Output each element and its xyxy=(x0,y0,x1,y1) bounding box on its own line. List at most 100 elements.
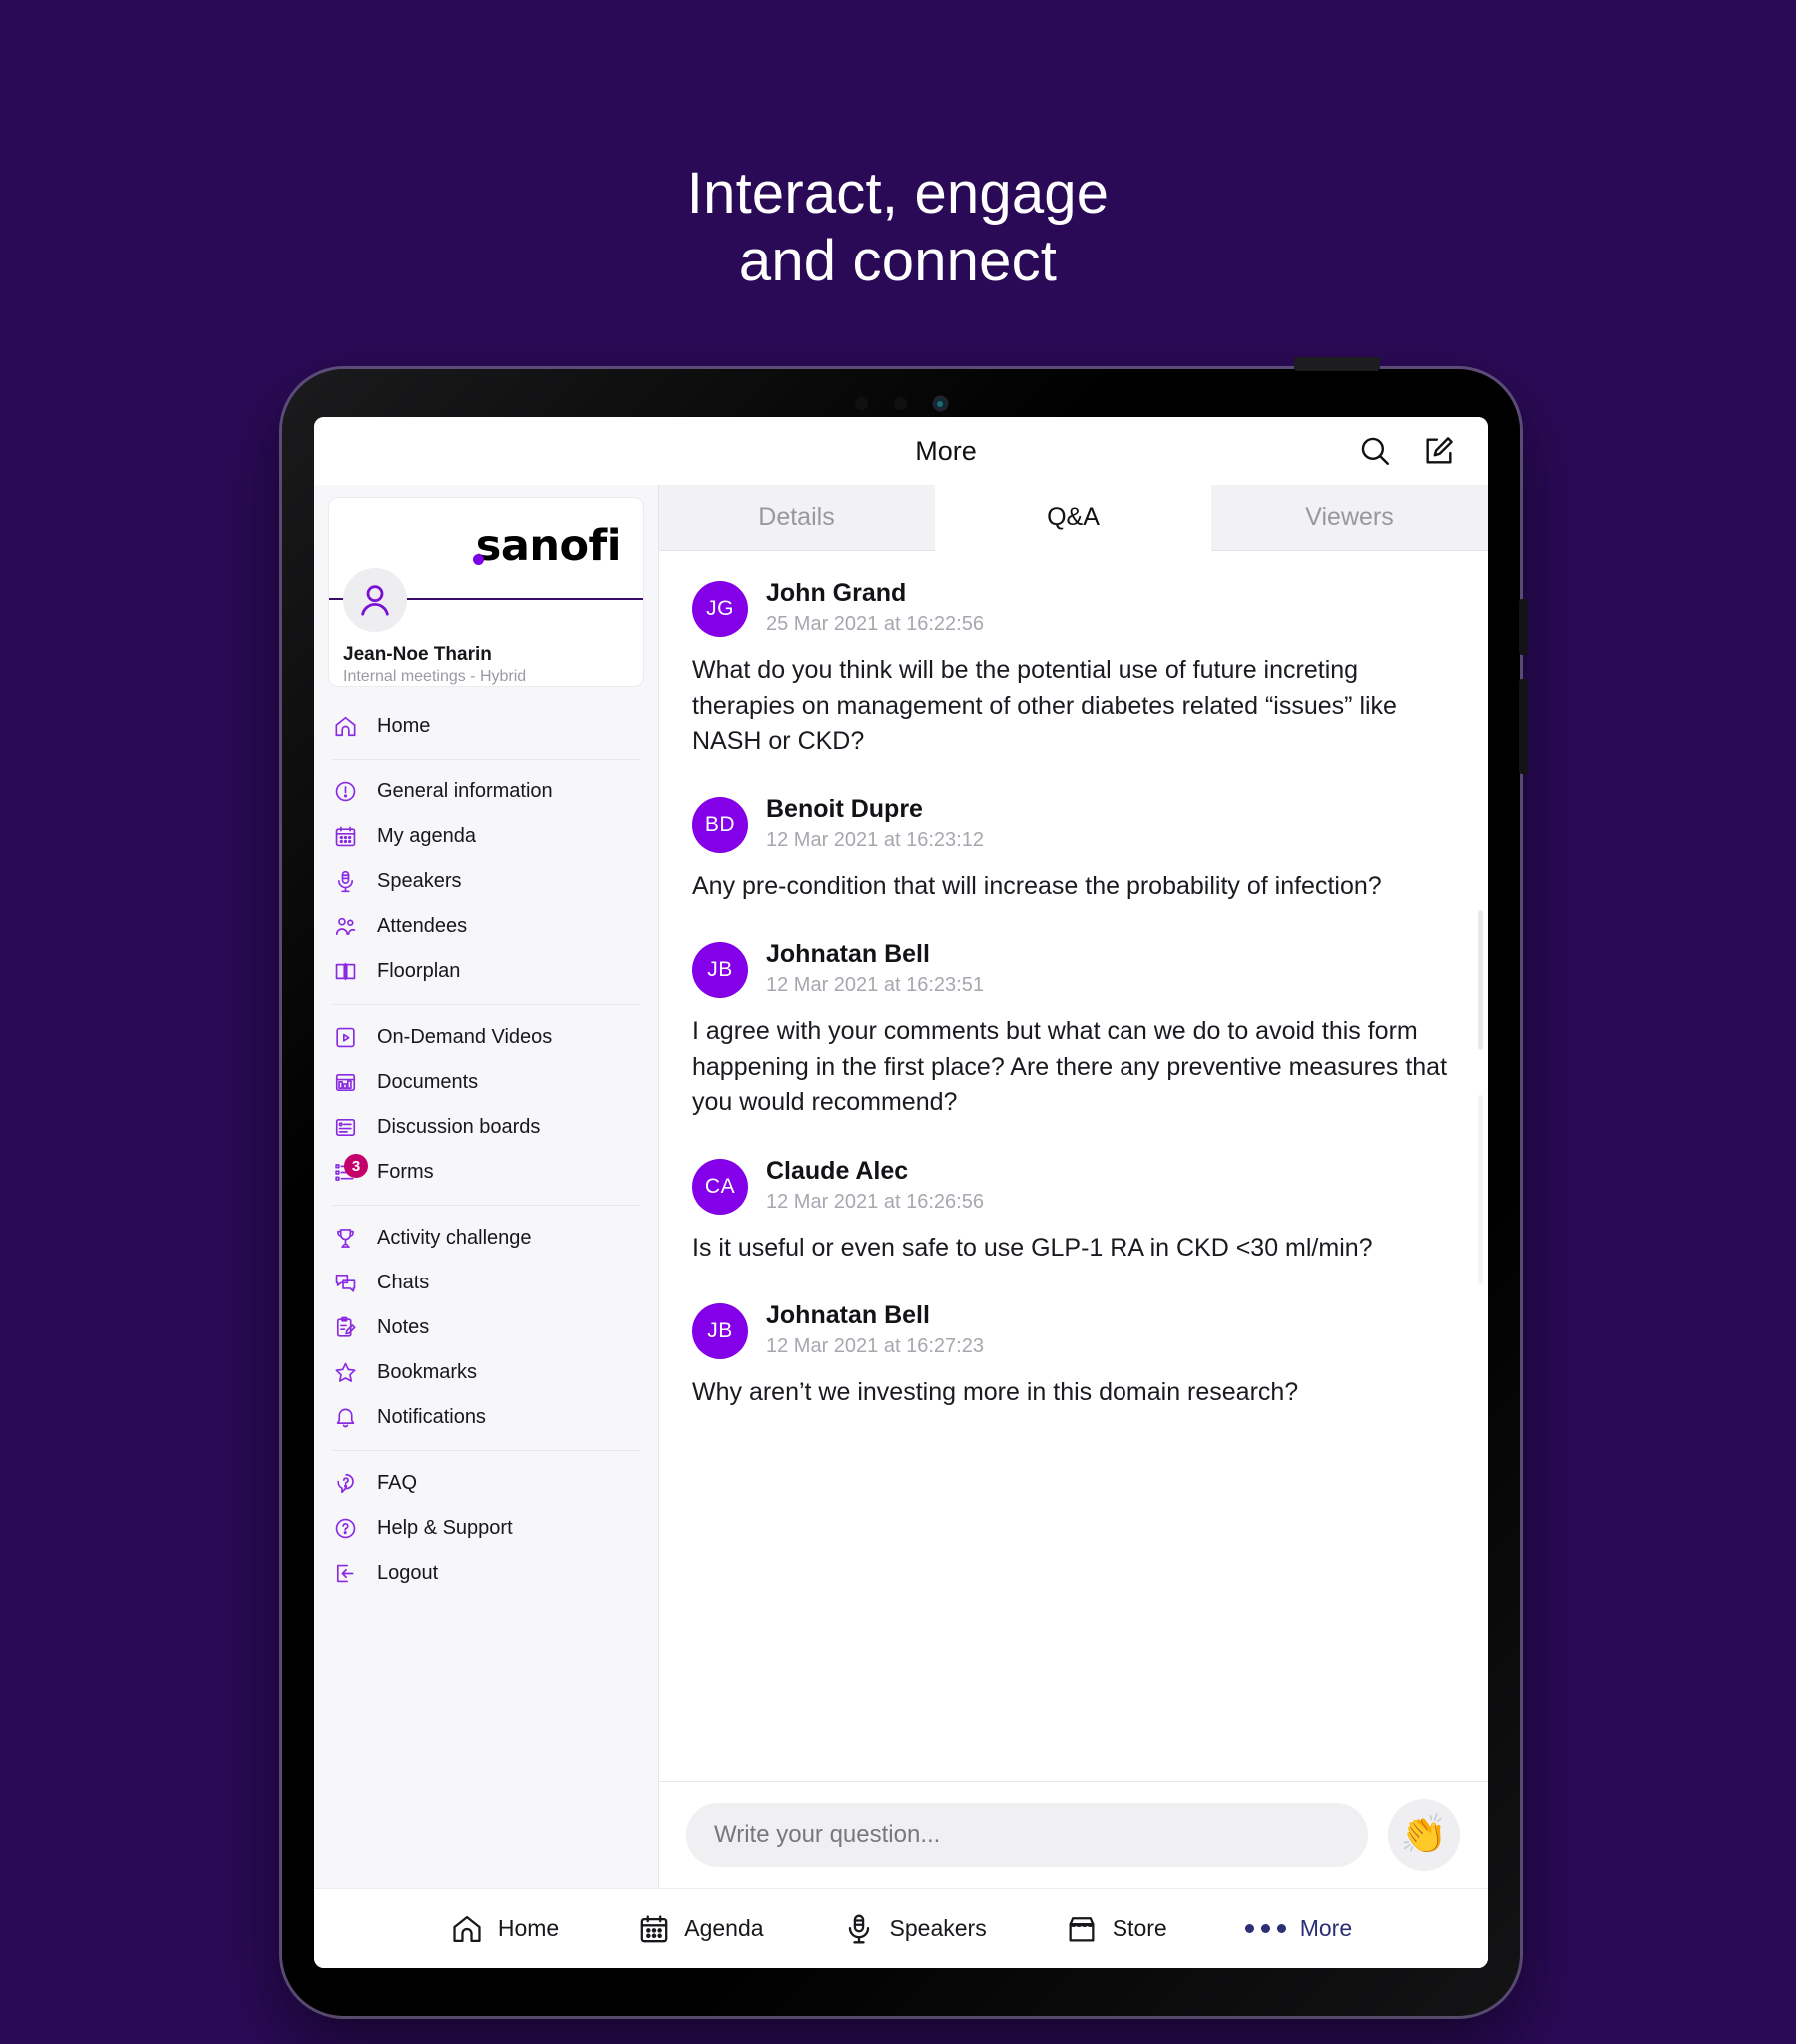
sensor-dot xyxy=(854,397,868,410)
sidebar-item-label: Activity challenge xyxy=(377,1227,532,1249)
avatar: CA xyxy=(692,1158,748,1215)
headline-line-1: Interact, engage xyxy=(686,161,1110,226)
qa-timestamp: 25 Mar 2021 at 16:22:56 xyxy=(766,613,984,636)
sidebar-item-label: Floorplan xyxy=(377,960,461,982)
sidebar-item-label: Chats xyxy=(377,1272,430,1293)
compose-icon[interactable] xyxy=(1418,430,1460,472)
sidebar-item-floorplan[interactable]: Floorplan xyxy=(314,949,658,994)
sidebar-item-activity-challenge[interactable]: Activity challenge xyxy=(314,1216,658,1261)
sidebar-item-label: On-Demand Videos xyxy=(377,1026,553,1048)
qa-item[interactable]: BD Benoit Dupre 12 Mar 2021 at 16:23:12 Any… xyxy=(692,793,1454,905)
qa-question-text: Why aren’t we investing more in this dom… xyxy=(692,1378,1299,1406)
microphone-icon xyxy=(842,1912,876,1946)
sidebar-item-label: Notes xyxy=(377,1316,430,1338)
avatar: JG xyxy=(692,581,748,637)
sidebar-item-general-information[interactable]: General information xyxy=(314,769,658,814)
qa-author-name: Benoit Dupre xyxy=(766,794,923,823)
power-button[interactable] xyxy=(1294,357,1380,371)
logout-icon xyxy=(332,1560,359,1587)
sidebar-item-documents[interactable]: Documents xyxy=(314,1060,658,1105)
sidebar-item-speakers[interactable]: Speakers xyxy=(314,859,658,904)
tab-viewers[interactable]: Viewers xyxy=(1211,485,1488,550)
nav-group: On-Demand Videos Documents Discussion boar… xyxy=(314,1015,658,1195)
logo-dot-icon xyxy=(472,553,484,565)
bottom-nav-speakers[interactable]: Speakers xyxy=(842,1912,987,1946)
sidebar-item-label: Discussion boards xyxy=(377,1116,541,1138)
sidebar-item-label: Documents xyxy=(377,1071,479,1093)
avatar: JB xyxy=(692,942,748,998)
video-icon xyxy=(332,1024,359,1051)
faq-icon xyxy=(332,1470,359,1497)
home-icon xyxy=(450,1912,484,1946)
qa-question-text: Any pre-condition that will increase the… xyxy=(692,871,1382,900)
qa-item[interactable]: JB Johnatan Bell 12 Mar 2021 at 16:27:23 Wh… xyxy=(692,1299,1454,1411)
sidebar-item-logout[interactable]: Logout xyxy=(314,1551,658,1596)
sidebar-item-label: Attendees xyxy=(377,915,468,937)
sidebar-item-forms[interactable]: 3 Forms xyxy=(314,1150,658,1195)
microphone-icon xyxy=(332,868,359,895)
sidebar-item-discussion-boards[interactable]: Discussion boards xyxy=(314,1105,658,1150)
sidebar-item-label: Home xyxy=(377,715,431,737)
clapping-hands-icon[interactable]: 👏 xyxy=(1388,1798,1460,1871)
discussion-icon xyxy=(332,1114,359,1141)
sidebar-item-help-support[interactable]: Help & Support xyxy=(314,1506,658,1551)
bottom-nav-store[interactable]: Store xyxy=(1065,1912,1167,1946)
sidebar-item-attendees[interactable]: Attendees xyxy=(314,904,658,949)
home-icon xyxy=(332,713,359,740)
question-input[interactable] xyxy=(686,1802,1368,1867)
star-icon xyxy=(332,1359,359,1386)
sidebar-item-label: General information xyxy=(377,780,553,802)
header-actions xyxy=(1354,430,1488,472)
sidebar-item-faq[interactable]: FAQ xyxy=(314,1461,658,1506)
bottom-nav-home[interactable]: Home xyxy=(450,1912,559,1946)
sidebar: sanofi Jean-Noe Tharin Internal meetings… xyxy=(314,485,659,1888)
qa-meta: John Grand 25 Mar 2021 at 16:22:56 xyxy=(766,577,984,636)
bottom-nav-agenda[interactable]: Agenda xyxy=(637,1912,764,1946)
nav-divider xyxy=(332,1205,640,1206)
sidebar-item-home[interactable]: Home xyxy=(314,704,658,749)
volume-up-button[interactable] xyxy=(1519,599,1528,655)
bottom-nav-more[interactable]: More xyxy=(1244,1915,1353,1942)
qa-meta: Johnatan Bell 12 Mar 2021 at 16:27:23 xyxy=(766,1299,984,1358)
qa-timestamp: 12 Mar 2021 at 16:26:56 xyxy=(766,1190,984,1213)
sidebar-item-chats[interactable]: Chats xyxy=(314,1261,658,1305)
sidebar-item-on-demand-videos[interactable]: On-Demand Videos xyxy=(314,1015,658,1060)
qa-author-row: CA Claude Alec 12 Mar 2021 at 16:26:56 xyxy=(692,1155,1454,1215)
sidebar-item-label: Forms xyxy=(377,1161,434,1183)
search-icon[interactable] xyxy=(1354,430,1396,472)
profile-card[interactable]: sanofi Jean-Noe Tharin Internal meetings… xyxy=(328,497,644,687)
camera-array xyxy=(282,396,1520,411)
sidebar-item-label: My agenda xyxy=(377,825,476,847)
volume-down-button[interactable] xyxy=(1519,679,1528,774)
qa-author-row: BD Benoit Dupre 12 Mar 2021 at 16:23:12 xyxy=(692,793,1454,853)
qa-item[interactable]: CA Claude Alec 12 Mar 2021 at 16:26:56 Is i… xyxy=(692,1155,1454,1267)
qa-author-row: JB Johnatan Bell 12 Mar 2021 at 16:27:23 xyxy=(692,1299,1454,1359)
documents-icon xyxy=(332,1069,359,1096)
bottom-nav-label: More xyxy=(1299,1915,1353,1941)
avatar: BD xyxy=(692,796,748,853)
sensor-dot xyxy=(893,397,907,410)
tab-details[interactable]: Details xyxy=(659,485,935,550)
people-icon xyxy=(332,913,359,940)
calendar-icon xyxy=(332,823,359,850)
qa-question-text: What do you think will be the potential … xyxy=(692,656,1397,755)
front-camera-icon xyxy=(932,396,948,411)
qa-item[interactable]: JG John Grand 25 Mar 2021 at 16:22:56 What … xyxy=(692,577,1454,760)
bottom-nav-label: Agenda xyxy=(684,1915,764,1941)
tab-q-a[interactable]: Q&A xyxy=(935,485,1211,551)
scrollbar-thumb[interactable] xyxy=(1478,910,1483,1050)
notes-icon xyxy=(332,1314,359,1341)
tab-bar: Details Q&A Viewers xyxy=(659,485,1488,551)
sidebar-item-my-agenda[interactable]: My agenda xyxy=(314,814,658,859)
qa-item[interactable]: JB Johnatan Bell 12 Mar 2021 at 16:23:51 I … xyxy=(692,938,1454,1121)
app-header: More xyxy=(314,417,1488,485)
scrollbar-track[interactable] xyxy=(1478,1095,1483,1284)
sidebar-item-notifications[interactable]: Notifications xyxy=(314,1395,658,1440)
sidebar-item-notes[interactable]: Notes xyxy=(314,1305,658,1350)
nav-group: Activity challenge Chats Notes Bookmarks Not… xyxy=(314,1216,658,1440)
page-title: More xyxy=(915,435,977,466)
qa-author-name: Johnatan Bell xyxy=(766,940,930,968)
sidebar-item-bookmarks[interactable]: Bookmarks xyxy=(314,1350,658,1395)
ellipsis-icon xyxy=(1244,1924,1286,1933)
question-composer: 👏 xyxy=(659,1781,1488,1888)
